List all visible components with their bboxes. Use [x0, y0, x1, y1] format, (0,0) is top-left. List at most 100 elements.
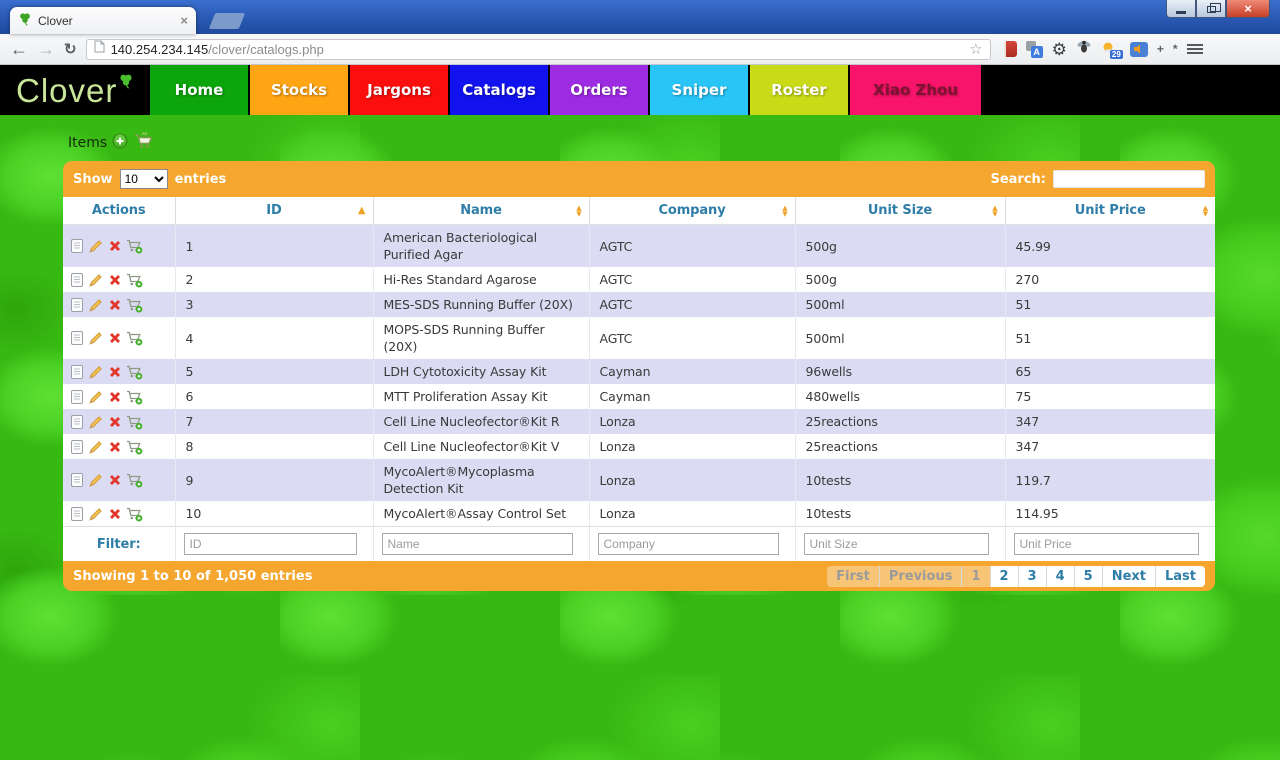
- speaker-extension-icon[interactable]: [1130, 42, 1148, 57]
- search-input[interactable]: [1053, 170, 1205, 188]
- delete-icon[interactable]: [107, 364, 124, 380]
- filter-input-name[interactable]: [382, 533, 573, 555]
- add-to-cart-icon[interactable]: [126, 330, 143, 346]
- app-navbar: Clover HomeStocksJargonsCatalogsOrdersSn…: [0, 65, 1280, 115]
- window-close-button[interactable]: ×: [1226, 0, 1270, 18]
- edit-icon[interactable]: [88, 272, 105, 288]
- view-document-icon[interactable]: [69, 238, 86, 254]
- nav-item-home[interactable]: Home: [150, 65, 248, 115]
- delete-icon[interactable]: [107, 272, 124, 288]
- edit-icon[interactable]: [88, 297, 105, 313]
- small-extension-icon-2[interactable]: *: [1173, 43, 1178, 55]
- add-to-cart-icon[interactable]: [126, 364, 143, 380]
- nav-item-xiao-zhou[interactable]: Xiao Zhou: [850, 65, 981, 115]
- edit-icon[interactable]: [88, 330, 105, 346]
- nav-item-roster[interactable]: Roster: [750, 65, 848, 115]
- translate-extension-icon[interactable]: A: [1026, 41, 1043, 58]
- page-button-next[interactable]: Next: [1103, 566, 1156, 587]
- page-button-last[interactable]: Last: [1156, 566, 1205, 587]
- column-header-name[interactable]: Name▲▼: [373, 197, 589, 225]
- delete-icon[interactable]: [107, 389, 124, 405]
- add-to-cart-icon[interactable]: [126, 297, 143, 313]
- nav-item-jargons[interactable]: Jargons: [350, 65, 448, 115]
- column-header-company[interactable]: Company▲▼: [589, 197, 795, 225]
- view-document-icon[interactable]: [69, 364, 86, 380]
- edit-icon[interactable]: [88, 472, 105, 488]
- page-button-4[interactable]: 4: [1047, 566, 1075, 587]
- edit-icon[interactable]: [88, 439, 105, 455]
- edit-icon[interactable]: [88, 364, 105, 380]
- add-to-cart-icon[interactable]: [126, 439, 143, 455]
- delete-icon[interactable]: [107, 297, 124, 313]
- address-bar[interactable]: 140.254.234.145/clover/catalogs.php ☆: [86, 39, 991, 60]
- page-button-2[interactable]: 2: [991, 566, 1019, 587]
- page-button-3[interactable]: 3: [1019, 566, 1047, 587]
- view-document-icon[interactable]: [69, 330, 86, 346]
- filter-input-unit-price[interactable]: [1014, 533, 1200, 555]
- page-button-1[interactable]: 1: [962, 566, 990, 587]
- delete-icon[interactable]: [107, 472, 124, 488]
- view-document-icon[interactable]: [69, 439, 86, 455]
- add-to-cart-icon[interactable]: [126, 414, 143, 430]
- add-to-cart-icon[interactable]: [126, 238, 143, 254]
- table-footer: Showing 1 to 10 of 1,050 entries FirstPr…: [63, 561, 1215, 591]
- page-size-select[interactable]: 10: [120, 169, 168, 189]
- fly-extension-icon[interactable]: [1076, 39, 1092, 59]
- filter-input-unit-size[interactable]: [804, 533, 989, 555]
- cart-icon[interactable]: [133, 132, 155, 153]
- delete-icon[interactable]: [107, 330, 124, 346]
- delete-icon[interactable]: [107, 439, 124, 455]
- edit-icon[interactable]: [88, 414, 105, 430]
- bookmark-star-icon[interactable]: ☆: [969, 42, 982, 57]
- view-document-icon[interactable]: [69, 389, 86, 405]
- add-item-icon[interactable]: [112, 133, 128, 153]
- weather-extension-icon[interactable]: 29: [1101, 41, 1121, 58]
- browser-tab[interactable]: Clover ×: [10, 7, 196, 34]
- add-to-cart-icon[interactable]: [126, 272, 143, 288]
- menu-icon[interactable]: [1187, 44, 1203, 54]
- add-to-cart-icon[interactable]: [126, 472, 143, 488]
- table-row: 5LDH Cytotoxicity Assay KitCayman96wells…: [63, 359, 1215, 384]
- column-header-unit-price[interactable]: Unit Price▲▼: [1005, 197, 1215, 225]
- page-button-5[interactable]: 5: [1075, 566, 1103, 587]
- reload-button[interactable]: ↻: [64, 40, 77, 58]
- edit-icon[interactable]: [88, 389, 105, 405]
- filter-input-company[interactable]: [598, 533, 779, 555]
- book-extension-icon[interactable]: [1004, 41, 1017, 57]
- view-document-icon[interactable]: [69, 297, 86, 313]
- column-header-unit-size[interactable]: Unit Size▲▼: [795, 197, 1005, 225]
- view-document-icon[interactable]: [69, 472, 86, 488]
- clover-logo[interactable]: Clover: [0, 65, 150, 115]
- edit-icon[interactable]: [88, 238, 105, 254]
- column-header-id[interactable]: ID▲: [175, 197, 373, 225]
- page-icon: [94, 40, 105, 58]
- window-restore-button[interactable]: [1196, 0, 1226, 18]
- window-minimize-button[interactable]: [1166, 0, 1196, 18]
- tab-close-icon[interactable]: ×: [180, 13, 188, 28]
- back-button[interactable]: ←: [10, 40, 28, 58]
- gear-extension-icon[interactable]: ⚙: [1052, 41, 1067, 58]
- delete-icon[interactable]: [107, 414, 124, 430]
- nav-item-orders[interactable]: Orders: [550, 65, 648, 115]
- logo-text: Clover: [16, 74, 117, 107]
- row-action-icons: [69, 389, 169, 405]
- forward-button[interactable]: →: [37, 40, 55, 58]
- cell-unit-price: 114.95: [1005, 501, 1215, 527]
- add-to-cart-icon[interactable]: [126, 389, 143, 405]
- view-document-icon[interactable]: [69, 414, 86, 430]
- cell-company: Lonza: [589, 409, 795, 434]
- column-label: ID: [266, 203, 281, 218]
- delete-icon[interactable]: [107, 238, 124, 254]
- edit-icon[interactable]: [88, 506, 105, 522]
- nav-item-sniper[interactable]: Sniper: [650, 65, 748, 115]
- filter-input-id[interactable]: [184, 533, 358, 555]
- delete-icon[interactable]: [107, 506, 124, 522]
- small-extension-icon[interactable]: +: [1157, 43, 1164, 55]
- new-tab-button[interactable]: [209, 13, 245, 29]
- view-document-icon[interactable]: [69, 272, 86, 288]
- filter-row: Filter:: [63, 527, 1215, 562]
- nav-item-stocks[interactable]: Stocks: [250, 65, 348, 115]
- nav-item-catalogs[interactable]: Catalogs: [450, 65, 548, 115]
- view-document-icon[interactable]: [69, 506, 86, 522]
- add-to-cart-icon[interactable]: [126, 506, 143, 522]
